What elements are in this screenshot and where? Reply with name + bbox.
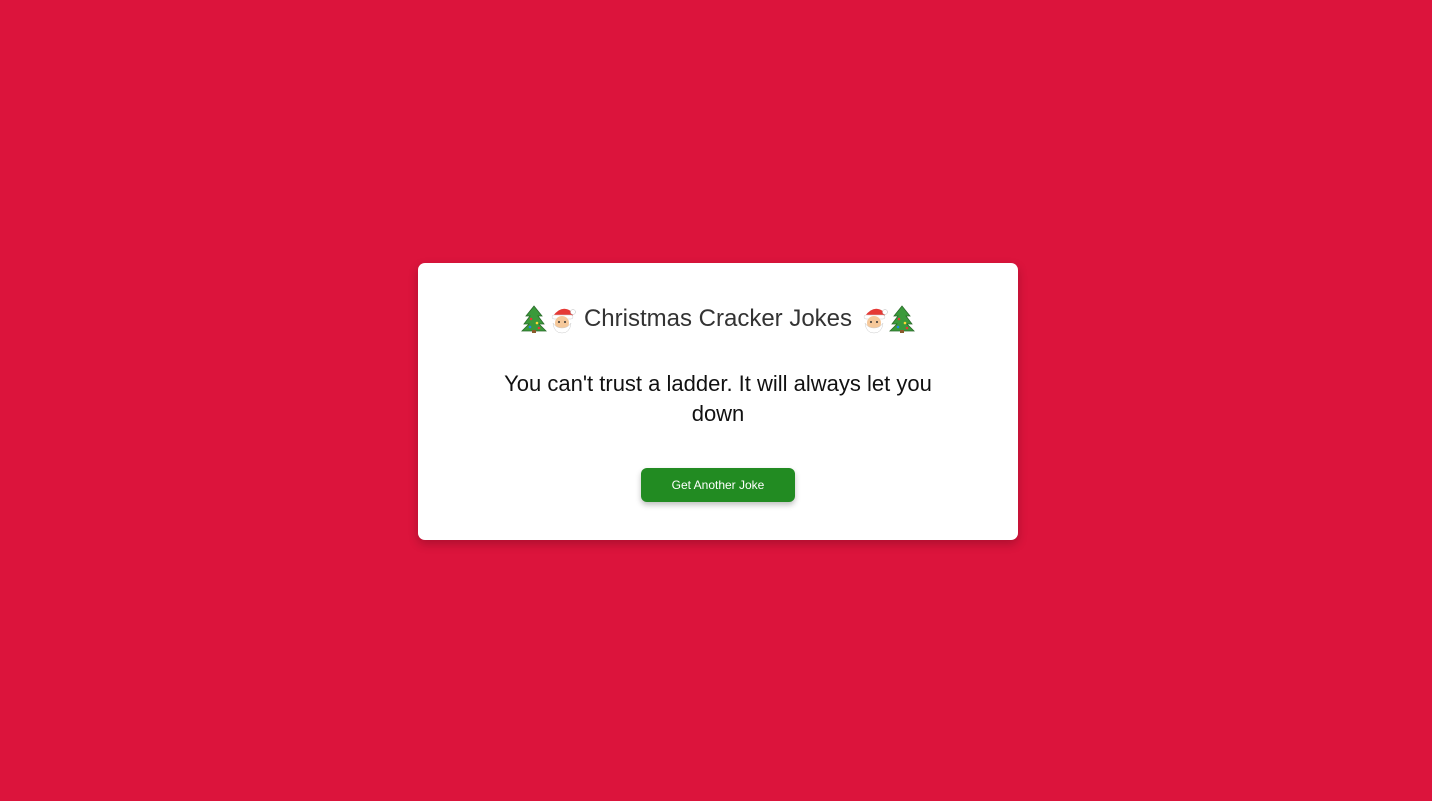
christmas-tree-icon [888,304,916,334]
joke-card: Christmas Cracker Jokes You can't trust … [418,263,1018,540]
santa-icon [548,304,576,334]
title-text: Christmas Cracker Jokes [583,305,853,332]
get-another-joke-button[interactable]: Get Another Joke [641,468,795,502]
santa-icon [860,304,888,334]
page-title: Christmas Cracker Jokes [418,301,1018,337]
joke-text: You can't trust a ladder. It will always… [504,371,932,426]
christmas-tree-icon [520,304,548,334]
page-background: Christmas Cracker Jokes You can't trust … [0,0,1432,801]
